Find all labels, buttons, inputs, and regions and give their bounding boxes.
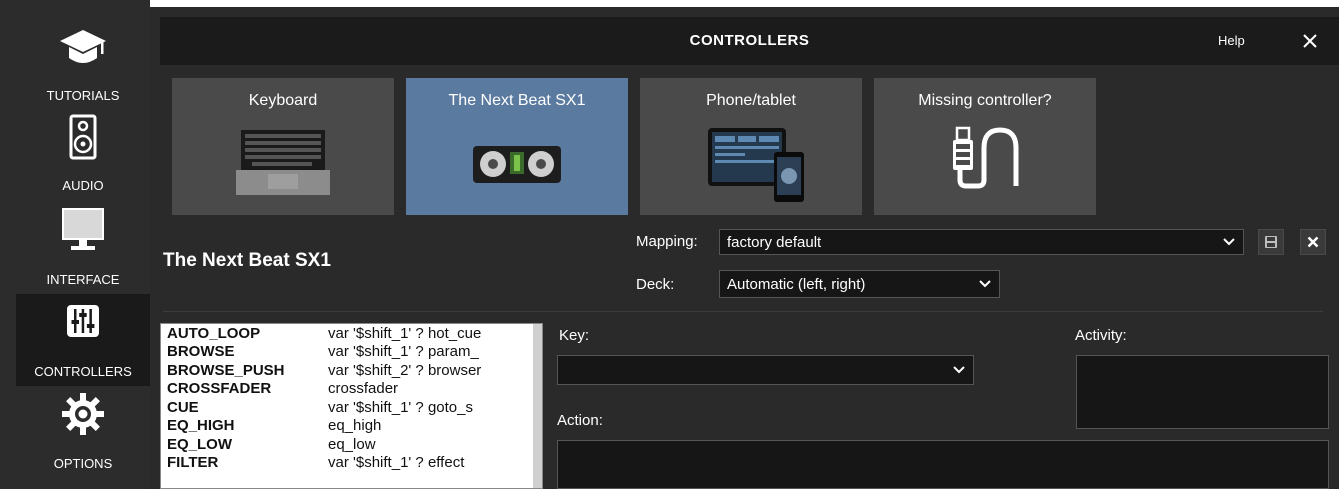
monitor-icon: [16, 206, 150, 257]
mapping-key: EQ_HIGH: [167, 417, 235, 434]
deck-value: Automatic (left, right): [727, 275, 866, 293]
speaker-icon: [16, 112, 150, 167]
controller-tile-missing-controller[interactable]: Missing controller?: [874, 78, 1096, 215]
sidebar-item-label: CONTROLLERS: [34, 364, 132, 379]
sidebar-item-interface[interactable]: INTERFACE: [16, 200, 150, 292]
mapping-key: AUTO_LOOP: [167, 325, 261, 342]
mapping-key: BROWSE_PUSH: [167, 362, 285, 379]
sidebar-item-label: TUTORIALS: [46, 88, 120, 103]
deck-dropdown[interactable]: Automatic (left, right): [719, 270, 1000, 298]
scrollbar[interactable]: [533, 324, 542, 488]
divider: [163, 311, 1323, 312]
title-bar: CONTROLLERS Help: [160, 17, 1339, 65]
mapping-key: CUE: [167, 399, 199, 416]
sidebar-item-label: OPTIONS: [53, 456, 113, 471]
mapping-value: factory default: [727, 233, 822, 251]
list-item[interactable]: AUTO_LOOP var '$shift_1' ? hot_cue: [161, 326, 533, 342]
sidebar-item-controllers[interactable]: CONTROLLERS: [16, 294, 150, 386]
sidebar-item-options[interactable]: OPTIONS: [16, 386, 150, 478]
gear-icon: [16, 392, 150, 441]
tile-label: The Next Beat SX1: [448, 92, 586, 109]
list-item[interactable]: BROWSE var '$shift_1' ? param_: [161, 344, 533, 360]
mapping-action: crossfader: [328, 381, 399, 397]
list-item[interactable]: EQ_HIGH eq_high: [161, 418, 533, 434]
mapping-action: eq_high: [328, 418, 382, 434]
list-item[interactable]: CUE var '$shift_1' ? goto_s: [161, 400, 533, 416]
mapping-action: var '$shift_2' ? browser: [328, 363, 482, 379]
mixer-sliders-icon: [16, 304, 150, 343]
key-dropdown[interactable]: [557, 355, 974, 385]
list-item[interactable]: CROSSFADER crossfader: [161, 381, 533, 397]
controller-tile-phone-tablet[interactable]: Phone/tablet: [640, 78, 862, 215]
tile-label: Missing controller?: [918, 92, 1052, 109]
mapping-key: EQ_LOW: [167, 436, 233, 453]
usb-cable-icon: [874, 122, 1096, 212]
sidebar: TUTORIALS AUDIO INTERFACE CONTROLLERS OP…: [0, 0, 150, 489]
controller-name: The Next Beat SX1: [163, 250, 331, 271]
deck-label: Deck:: [636, 276, 675, 293]
mapping-dropdown[interactable]: factory default: [719, 229, 1244, 255]
sidebar-item-tutorials[interactable]: TUTORIALS: [16, 18, 150, 110]
help-link[interactable]: Help: [1218, 17, 1245, 65]
tile-label: Phone/tablet: [706, 92, 796, 109]
save-mapping-button[interactable]: [1258, 229, 1284, 255]
mapping-key: CROSSFADER: [167, 380, 272, 397]
delete-mapping-button[interactable]: [1300, 229, 1326, 255]
page-title: CONTROLLERS: [689, 32, 810, 49]
list-item[interactable]: BROWSE_PUSH var '$shift_2' ? browser: [161, 363, 533, 379]
close-icon: [1307, 236, 1319, 248]
phone-tablet-icon: [640, 122, 862, 212]
save-icon: [1265, 236, 1277, 248]
list-item[interactable]: EQ_LOW eq_low: [161, 437, 533, 453]
chevron-down-icon: [979, 271, 991, 297]
key-label: Key:: [559, 327, 590, 344]
mapping-action: var '$shift_1' ? goto_s: [328, 400, 473, 416]
chevron-down-icon: [1223, 230, 1235, 254]
activity-label: Activity:: [1075, 327, 1127, 344]
action-input[interactable]: [557, 440, 1329, 489]
mapping-key: FILTER: [167, 454, 219, 471]
tile-label: Keyboard: [248, 92, 318, 109]
sidebar-item-audio[interactable]: AUDIO: [16, 108, 150, 200]
mapping-action: var '$shift_1' ? param_: [328, 344, 479, 360]
close-button[interactable]: [1298, 29, 1322, 53]
graduation-cap-icon: [16, 22, 150, 77]
mapping-action: var '$shift_1' ? hot_cue: [328, 326, 482, 342]
dj-controller-icon: [406, 122, 628, 212]
activity-box: [1076, 355, 1329, 429]
close-icon: [1303, 34, 1317, 48]
mapping-list[interactable]: AUTO_LOOP var '$shift_1' ? hot_cue BROWS…: [160, 323, 543, 489]
controllers-window: TUTORIALS AUDIO INTERFACE CONTROLLERS OP…: [0, 0, 1339, 489]
controller-tile-the-next-beat-sx1[interactable]: The Next Beat SX1: [406, 78, 628, 215]
sidebar-item-label: INTERFACE: [46, 272, 120, 287]
sidebar-item-label: AUDIO: [62, 178, 104, 193]
chevron-down-icon: [953, 356, 965, 384]
mapping-key: BROWSE: [167, 343, 235, 360]
mapping-action: eq_low: [328, 437, 376, 453]
controller-tile-keyboard[interactable]: Keyboard: [172, 78, 394, 215]
mapping-label: Mapping:: [636, 233, 698, 250]
keyboard-icon: [172, 122, 394, 212]
action-label: Action:: [557, 412, 603, 429]
list-item[interactable]: FILTER var '$shift_1' ? effect: [161, 455, 533, 471]
mapping-action: var '$shift_1' ? effect: [328, 455, 465, 471]
